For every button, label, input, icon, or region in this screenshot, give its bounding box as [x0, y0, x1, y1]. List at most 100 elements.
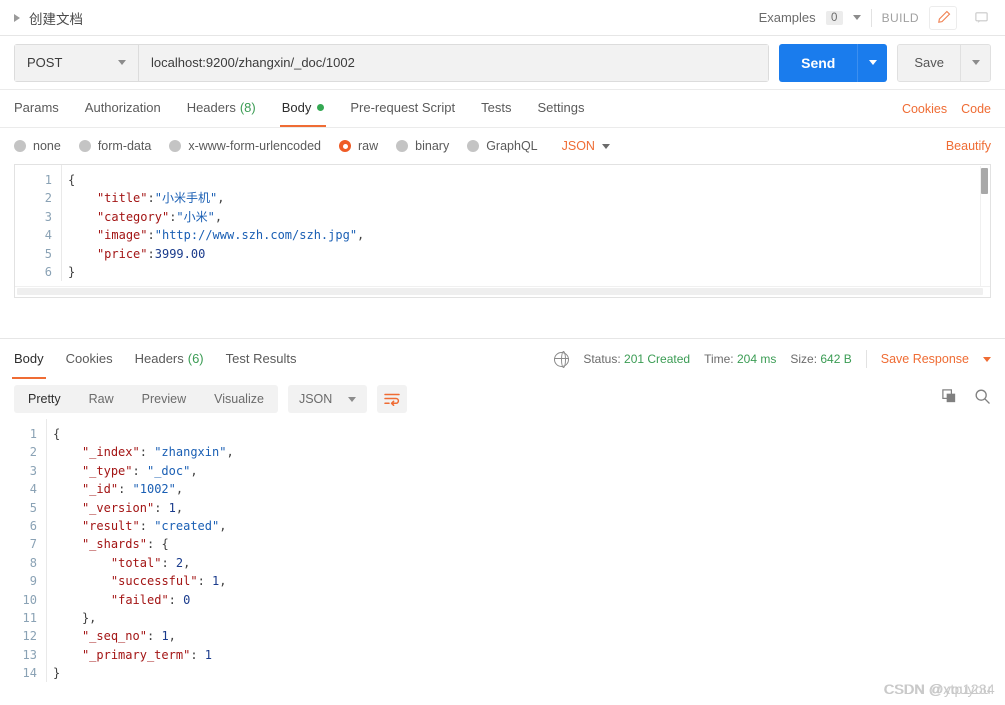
play-triangle-icon[interactable]	[14, 13, 20, 22]
method-chevron-down-icon[interactable]	[118, 60, 126, 65]
response-body-viewer[interactable]: 1 2 3 4 5 6 7 8 9 10 11 12 13 14 { "_ind…	[0, 419, 1005, 687]
response-header: Body Cookies Headers (6) Test Results St…	[0, 339, 1005, 379]
radio-label: raw	[358, 139, 379, 153]
headers-count: (8)	[239, 100, 256, 115]
line-number: 7	[29, 537, 37, 552]
response-tab-headers[interactable]: Headers (6)	[135, 339, 204, 379]
status-value: 201 Created	[624, 352, 691, 366]
view-mode-visualize[interactable]: Visualize	[200, 385, 278, 413]
line-number: 5	[29, 500, 37, 515]
tab-pre-request-script[interactable]: Pre-request Script	[350, 90, 455, 127]
method-value: POST	[27, 55, 63, 70]
watermark: CSDN @youyou CSDN @xtp1234	[884, 681, 995, 697]
url-input[interactable]: localhost:9200/zhangxin/_doc/1002	[139, 44, 769, 81]
line-number: 6	[29, 518, 37, 533]
globe-icon[interactable]	[553, 351, 570, 369]
request-section-tabs: Params Authorization Headers (8) Body Pr…	[0, 90, 1005, 128]
view-mode-preview[interactable]: Preview	[128, 385, 200, 413]
tab-label: Body	[14, 350, 44, 366]
tab-params[interactable]: Params	[14, 90, 59, 127]
copy-icon[interactable]	[941, 388, 958, 410]
search-icon[interactable]	[974, 388, 991, 410]
method-select[interactable]: POST	[15, 44, 139, 81]
send-options-button[interactable]	[857, 43, 888, 82]
request-tab-bar: 创建文档 Examples 0 BUILD	[0, 0, 1005, 36]
tab-authorization[interactable]: Authorization	[85, 90, 161, 127]
build-button[interactable]: BUILD	[882, 11, 919, 25]
word-wrap-icon[interactable]	[377, 385, 408, 413]
request-body-editor[interactable]: 1 2 3 4 5 6 { "title":"小米手机", "category"…	[14, 164, 991, 298]
tab-settings[interactable]: Settings	[537, 90, 584, 127]
response-format-select[interactable]: JSON	[287, 385, 368, 413]
send-button[interactable]: Send	[779, 43, 858, 82]
tab-label: Test Results	[225, 350, 297, 366]
request-editor-horizontal-scrollbar[interactable]	[15, 286, 990, 297]
code-line: "category":"小米",	[96, 209, 223, 224]
response-format-value: JSON	[298, 392, 333, 406]
body-type-row: none form-data x-www-form-urlencoded raw…	[0, 128, 1005, 164]
scrollbar-thumb[interactable]	[17, 288, 983, 295]
tab-label: Params	[14, 100, 59, 115]
size-value: 642 B	[820, 352, 852, 366]
radio-icon	[14, 140, 26, 152]
body-type-none[interactable]: none	[14, 139, 61, 153]
code-line: "result": "created",	[81, 518, 227, 533]
tab-label: Body	[281, 100, 312, 115]
request-editor-vertical-scrollbar[interactable]	[980, 166, 989, 286]
tab-body[interactable]: Body	[279, 90, 326, 127]
radio-icon	[396, 140, 409, 152]
save-response-button[interactable]: Save Response	[881, 352, 969, 366]
save-options-button[interactable]	[960, 44, 990, 81]
line-number: 13	[22, 647, 37, 662]
save-button[interactable]: Save	[898, 44, 960, 81]
line-number: 1	[44, 173, 52, 187]
radio-icon	[78, 140, 91, 152]
beautify-link[interactable]: Beautify	[946, 139, 991, 153]
line-number: 2	[29, 445, 37, 460]
code-line: "_id": "1002",	[81, 482, 184, 497]
radio-icon	[467, 140, 480, 152]
time-value: 204 ms	[736, 352, 777, 366]
response-tab-body[interactable]: Body	[12, 339, 46, 379]
view-mode-pretty[interactable]: Pretty	[14, 385, 75, 413]
body-type-urlencoded[interactable]: x-www-form-urlencoded	[169, 139, 321, 153]
radio-label: GraphQL	[486, 139, 538, 153]
save-group: Save	[897, 43, 991, 82]
code-line: "_version": 1,	[81, 500, 184, 515]
body-type-form-data[interactable]: form-data	[78, 139, 152, 153]
comment-icon[interactable]	[967, 6, 995, 30]
response-meta: Status: 201 Created Time: 204 ms Size: 6…	[553, 350, 991, 369]
line-number: 6	[44, 264, 52, 279]
line-number: 4	[44, 228, 52, 243]
request-tab[interactable]: 创建文档	[14, 8, 83, 28]
tab-label: Tests	[481, 100, 512, 115]
code-line: }	[68, 264, 76, 279]
pencil-icon[interactable]	[929, 5, 957, 30]
radio-label: form-data	[97, 139, 152, 153]
body-type-graphql[interactable]: GraphQL	[467, 139, 538, 153]
body-type-raw[interactable]: raw	[339, 139, 378, 153]
response-tab-test-results[interactable]: Test Results	[226, 339, 297, 379]
response-tab-cookies[interactable]: Cookies	[66, 339, 113, 379]
code-line: "_primary_term": 1	[81, 647, 213, 662]
response-code-lines[interactable]: { "_index": "zhangxin", "_type": "_doc",…	[46, 419, 1005, 683]
method-url-group: POST localhost:9200/zhangxin/_doc/1002	[14, 43, 770, 82]
tab-headers[interactable]: Headers (8)	[187, 90, 256, 127]
code-line: "_seq_no": 1,	[81, 629, 176, 644]
code-line: },	[81, 610, 97, 625]
body-type-binary[interactable]: binary	[396, 139, 449, 153]
request-code-lines[interactable]: { "title":"小米手机", "category":"小米", "imag…	[61, 165, 990, 282]
send-group: Send	[779, 43, 888, 82]
raw-format-select[interactable]: JSON	[562, 139, 610, 153]
scrollbar-thumb[interactable]	[981, 168, 988, 194]
save-response-chevron-down-icon[interactable]	[983, 356, 991, 362]
view-mode-raw[interactable]: Raw	[75, 385, 128, 413]
divider	[870, 8, 872, 27]
tab-label: Headers	[134, 350, 184, 366]
code-link[interactable]: Code	[961, 102, 991, 116]
examples-chevron-down-icon[interactable]	[852, 15, 861, 20]
request-code: 1 2 3 4 5 6 { "title":"小米手机", "category"…	[15, 165, 990, 282]
radio-icon	[169, 140, 182, 152]
tab-tests[interactable]: Tests	[481, 90, 511, 127]
cookies-link[interactable]: Cookies	[902, 102, 947, 116]
